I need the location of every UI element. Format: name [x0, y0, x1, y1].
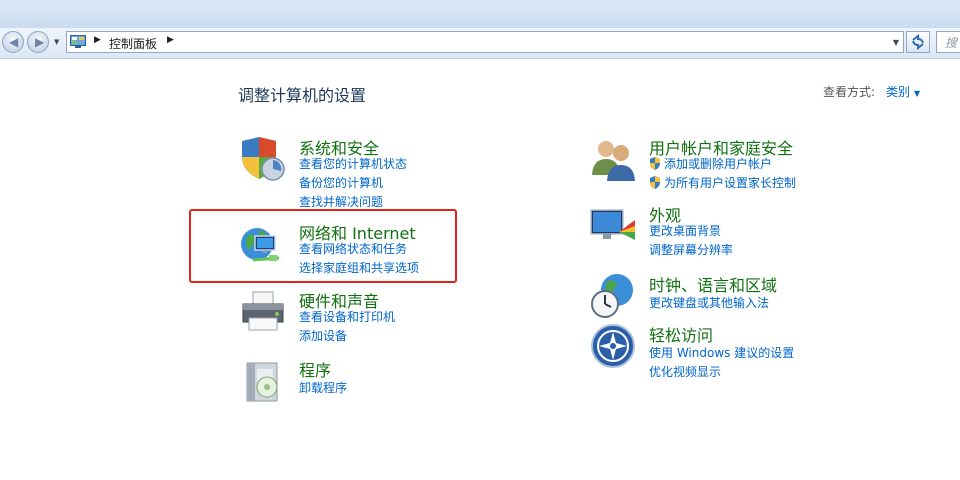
appearance-monitor-icon[interactable]	[589, 202, 637, 250]
clock-globe-icon[interactable]	[589, 272, 637, 320]
link-add-device[interactable]: 添加设备	[299, 327, 347, 344]
chevron-down-icon: ▼	[914, 89, 921, 98]
view-by-dropdown[interactable]: 类别 ▼	[886, 83, 920, 100]
link-troubleshoot[interactable]: 查找并解决问题	[299, 193, 383, 210]
category-title[interactable]: 轻松访问	[649, 322, 713, 346]
recent-pages-dropdown-icon[interactable]: ▼	[54, 38, 59, 46]
breadcrumb-separator-icon[interactable]: ▶	[167, 35, 174, 45]
category-programs: 程序 卸载程序	[239, 357, 459, 405]
navigation-bar: ◀ ▶ ▼ ▶ 控制面板 ▶ ▼ 搜	[0, 28, 960, 59]
programs-box-icon[interactable]	[239, 357, 287, 405]
printer-icon[interactable]	[239, 288, 287, 336]
category-appearance: 外观 更改桌面背景 调整屏幕分辨率	[589, 202, 809, 262]
users-icon[interactable]	[589, 135, 637, 183]
link-label: 为所有用户设置家长控制	[664, 176, 797, 190]
category-system-security: 系统和安全 查看您的计算机状态 备份您的计算机 查找并解决问题	[239, 135, 499, 209]
link-change-background[interactable]: 更改桌面背景	[649, 222, 721, 239]
forward-arrow-icon: ▶	[35, 35, 45, 49]
window-title-bar	[0, 0, 960, 30]
category-clock-language-region: 时钟、语言和区域 更改键盘或其他输入法	[589, 272, 809, 322]
address-bar[interactable]: ▶ 控制面板 ▶ ▼	[66, 31, 904, 53]
search-placeholder: 搜	[945, 36, 958, 50]
shield-security-icon[interactable]	[239, 135, 287, 183]
uac-shield-icon	[650, 157, 660, 170]
category-hardware-sound: 硬件和声音 查看设备和打印机 添加设备	[239, 288, 459, 348]
link-parental-controls[interactable]: 为所有用户设置家长控制	[649, 174, 796, 191]
forward-button[interactable]: ▶	[27, 31, 49, 53]
link-backup-computer[interactable]: 备份您的计算机	[299, 174, 383, 191]
category-ease-of-access: 轻松访问 使用 Windows 建议的设置 优化视频显示	[589, 322, 829, 382]
uac-shield-icon	[650, 176, 660, 189]
back-button[interactable]: ◀	[2, 31, 24, 53]
view-by-value: 类别	[886, 85, 911, 99]
link-devices-printers[interactable]: 查看设备和打印机	[299, 308, 395, 325]
category-user-accounts: 用户帐户和家庭安全 添加或删除用户帐户 为所有用户设置家长控制	[589, 135, 849, 195]
link-screen-resolution[interactable]: 调整屏幕分辨率	[649, 241, 733, 258]
address-dropdown-icon[interactable]: ▼	[893, 38, 899, 47]
breadcrumb-separator-icon[interactable]: ▶	[94, 35, 101, 45]
link-view-computer-status[interactable]: 查看您的计算机状态	[299, 155, 407, 172]
control-panel-icon	[70, 35, 86, 48]
category-title[interactable]: 时钟、语言和区域	[649, 272, 777, 296]
link-uninstall-program[interactable]: 卸载程序	[299, 379, 347, 396]
link-add-remove-accounts[interactable]: 添加或删除用户帐户	[649, 155, 772, 172]
refresh-icon	[912, 33, 924, 51]
link-recommended-settings[interactable]: 使用 Windows 建议的设置	[649, 344, 794, 361]
back-arrow-icon: ◀	[9, 35, 19, 49]
view-by-label: 查看方式:	[823, 85, 876, 99]
breadcrumb-control-panel[interactable]: 控制面板	[109, 35, 157, 52]
category-title[interactable]: 程序	[299, 357, 331, 381]
link-optimize-display[interactable]: 优化视频显示	[649, 363, 721, 380]
link-change-input-method[interactable]: 更改键盘或其他输入法	[649, 294, 769, 311]
search-box[interactable]: 搜	[936, 31, 960, 53]
ease-of-access-icon[interactable]	[589, 322, 637, 370]
page-title: 调整计算机的设置	[238, 86, 367, 105]
refresh-button[interactable]	[906, 31, 930, 53]
link-label: 添加或删除用户帐户	[664, 157, 773, 171]
highlight-box	[189, 209, 457, 283]
